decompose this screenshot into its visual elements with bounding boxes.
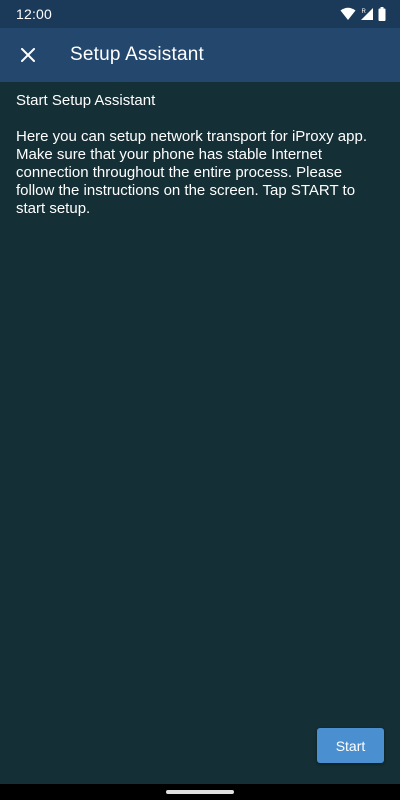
- page-title: Setup Assistant: [70, 44, 204, 65]
- home-gesture-handle[interactable]: [166, 790, 234, 794]
- signal-icon: R: [361, 8, 373, 20]
- status-time: 12:00: [16, 6, 53, 22]
- navigation-bar: [0, 784, 400, 800]
- instructions-text: Here you can setup network transport for…: [16, 128, 368, 217]
- roaming-indicator: R: [362, 9, 367, 15]
- status-bar: 12:00 R: [0, 0, 400, 28]
- app-bar: Setup Assistant: [0, 28, 400, 82]
- status-icons: R: [340, 6, 386, 22]
- close-icon: [21, 48, 35, 62]
- wifi-icon: [340, 7, 356, 20]
- start-button[interactable]: Start: [317, 728, 384, 763]
- section-heading: Start Setup Assistant: [16, 92, 156, 109]
- close-button[interactable]: [8, 35, 48, 75]
- screen: 12:00 R Setup Assistant Start Setup Assi…: [0, 0, 400, 800]
- content: Start Setup Assistant Here you can setup…: [16, 92, 378, 218]
- battery-icon: [378, 7, 386, 21]
